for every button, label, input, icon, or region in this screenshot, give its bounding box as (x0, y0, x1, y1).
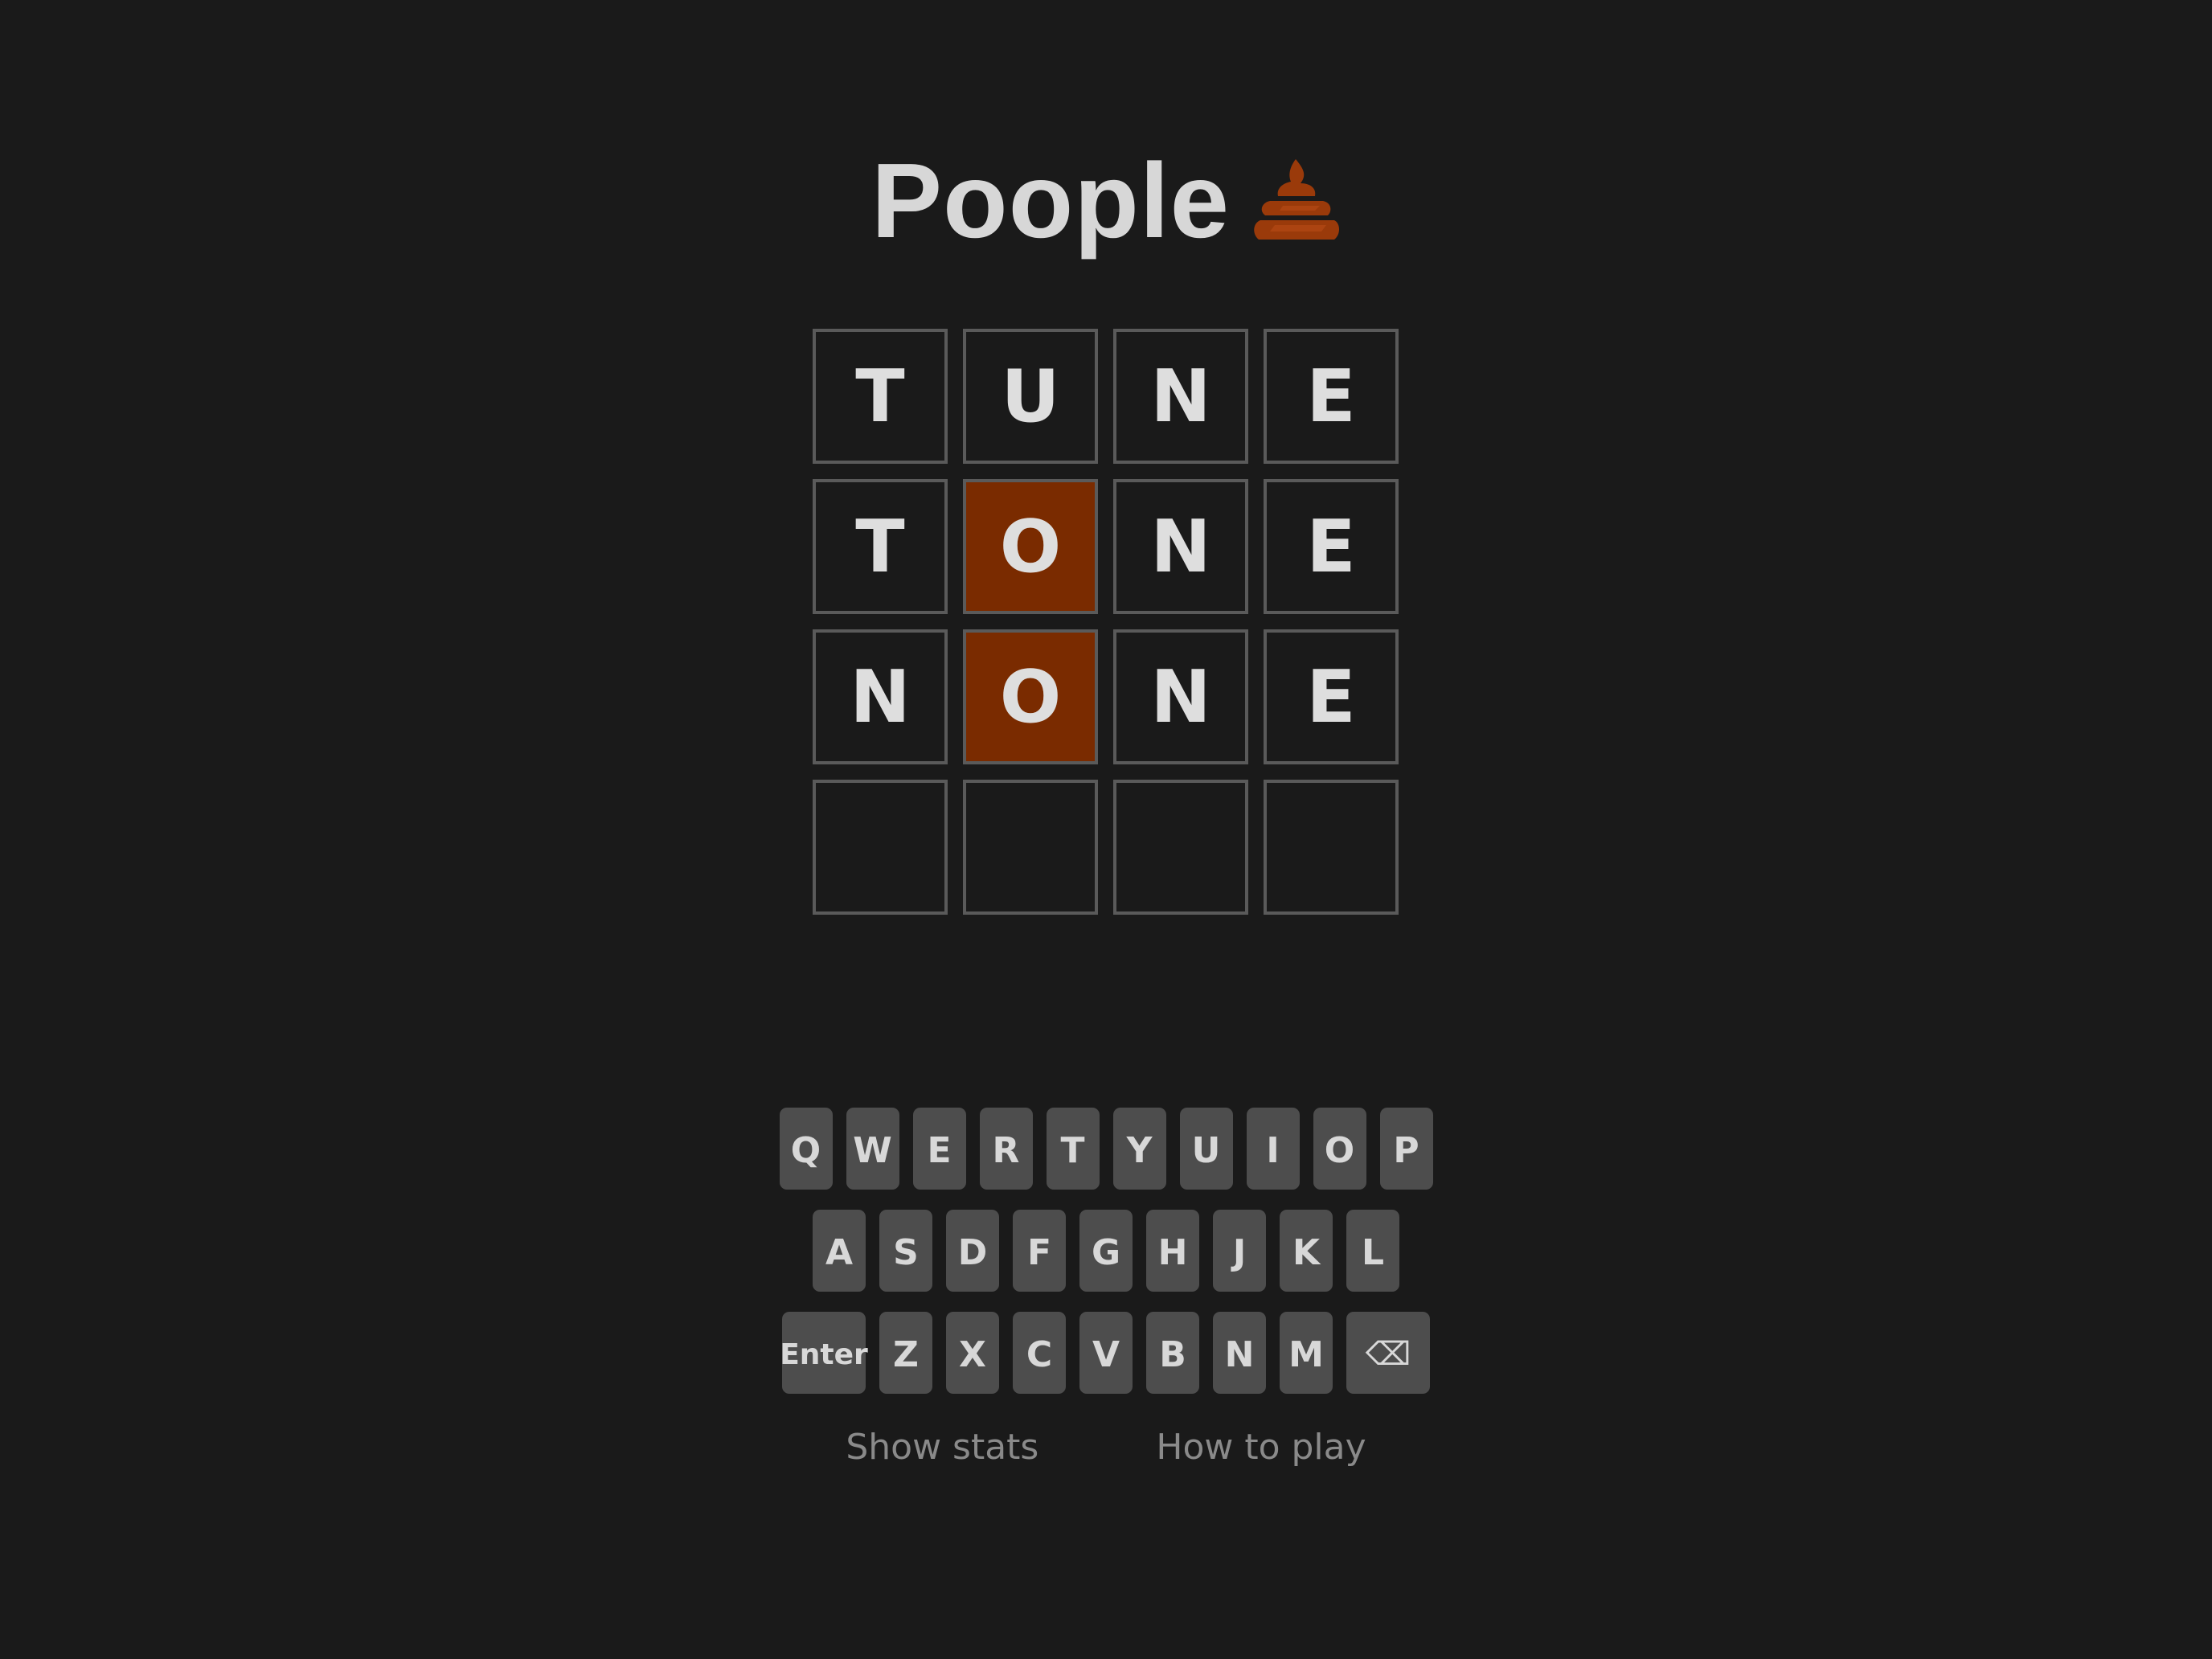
key-q[interactable]: Q (779, 1108, 833, 1190)
board-tile: N (1113, 329, 1248, 464)
header: Poople (0, 137, 2212, 265)
board-tile (963, 780, 1098, 915)
board-tile: O (963, 479, 1098, 614)
key-h[interactable]: H (1146, 1210, 1199, 1292)
key-z[interactable]: Z (879, 1312, 932, 1394)
key-l[interactable]: L (1346, 1210, 1399, 1292)
poop-icon (1251, 156, 1341, 246)
backspace-key[interactable]: ⌫ (1346, 1312, 1430, 1394)
guess-board: TUNETONENONE (813, 329, 1399, 915)
game-page: Poople TUNETONENONE QWERTYUIOPASDFGHJKLE… (0, 0, 2212, 1659)
key-u[interactable]: U (1179, 1108, 1233, 1190)
key-s[interactable]: S (879, 1210, 932, 1292)
key-k[interactable]: K (1280, 1210, 1333, 1292)
key-w[interactable]: W (846, 1108, 899, 1190)
show-stats-link[interactable]: Show stats (846, 1427, 1038, 1468)
key-b[interactable]: B (1146, 1312, 1199, 1394)
key-t[interactable]: T (1046, 1108, 1100, 1190)
key-a[interactable]: A (813, 1210, 866, 1292)
enter-key[interactable]: Enter (780, 1312, 868, 1394)
key-o[interactable]: O (1313, 1108, 1366, 1190)
board-tile: T (813, 329, 948, 464)
board-tile: E (1264, 329, 1399, 464)
key-g[interactable]: G (1079, 1210, 1133, 1292)
board-tile: N (813, 629, 948, 764)
board-tile: N (1113, 629, 1248, 764)
key-i[interactable]: I (1246, 1108, 1300, 1190)
board-tile (1264, 780, 1399, 915)
key-r[interactable]: R (979, 1108, 1033, 1190)
key-n[interactable]: N (1213, 1312, 1266, 1394)
how-to-play-link[interactable]: How to play (1156, 1427, 1366, 1468)
key-f[interactable]: F (1013, 1210, 1066, 1292)
key-m[interactable]: M (1280, 1312, 1333, 1394)
key-v[interactable]: V (1079, 1312, 1133, 1394)
on-screen-keyboard: Q W E R T Y U I O P A S D F G H J K L Enter Z X C V B N M ⌫ (0, 1108, 2212, 1414)
board-tile: N (1113, 479, 1248, 614)
board-tile: E (1264, 629, 1399, 764)
key-x[interactable]: X (946, 1312, 999, 1394)
key-e[interactable]: E (912, 1108, 966, 1190)
board-tile: O (963, 629, 1098, 764)
keyboard-row: QWERTYUIOP (0, 1108, 2212, 1190)
keyboard-row: ASDFGHJKL (0, 1210, 2212, 1292)
key-p[interactable]: P (1379, 1108, 1433, 1190)
key-d[interactable]: D (946, 1210, 999, 1292)
footer-links: Show stats How to play (0, 1427, 2212, 1468)
app-title: Poople (870, 141, 1231, 260)
board-tile: U (963, 329, 1098, 464)
key-c[interactable]: C (1013, 1312, 1066, 1394)
key-y[interactable]: Y (1112, 1108, 1166, 1190)
keyboard-row: Enter Z X C V B N M ⌫ (0, 1312, 2212, 1394)
board-tile (1113, 780, 1248, 915)
key-j[interactable]: J (1213, 1210, 1266, 1292)
board-tile: T (813, 479, 948, 614)
board-tile: E (1264, 479, 1399, 614)
board-tile (813, 780, 948, 915)
